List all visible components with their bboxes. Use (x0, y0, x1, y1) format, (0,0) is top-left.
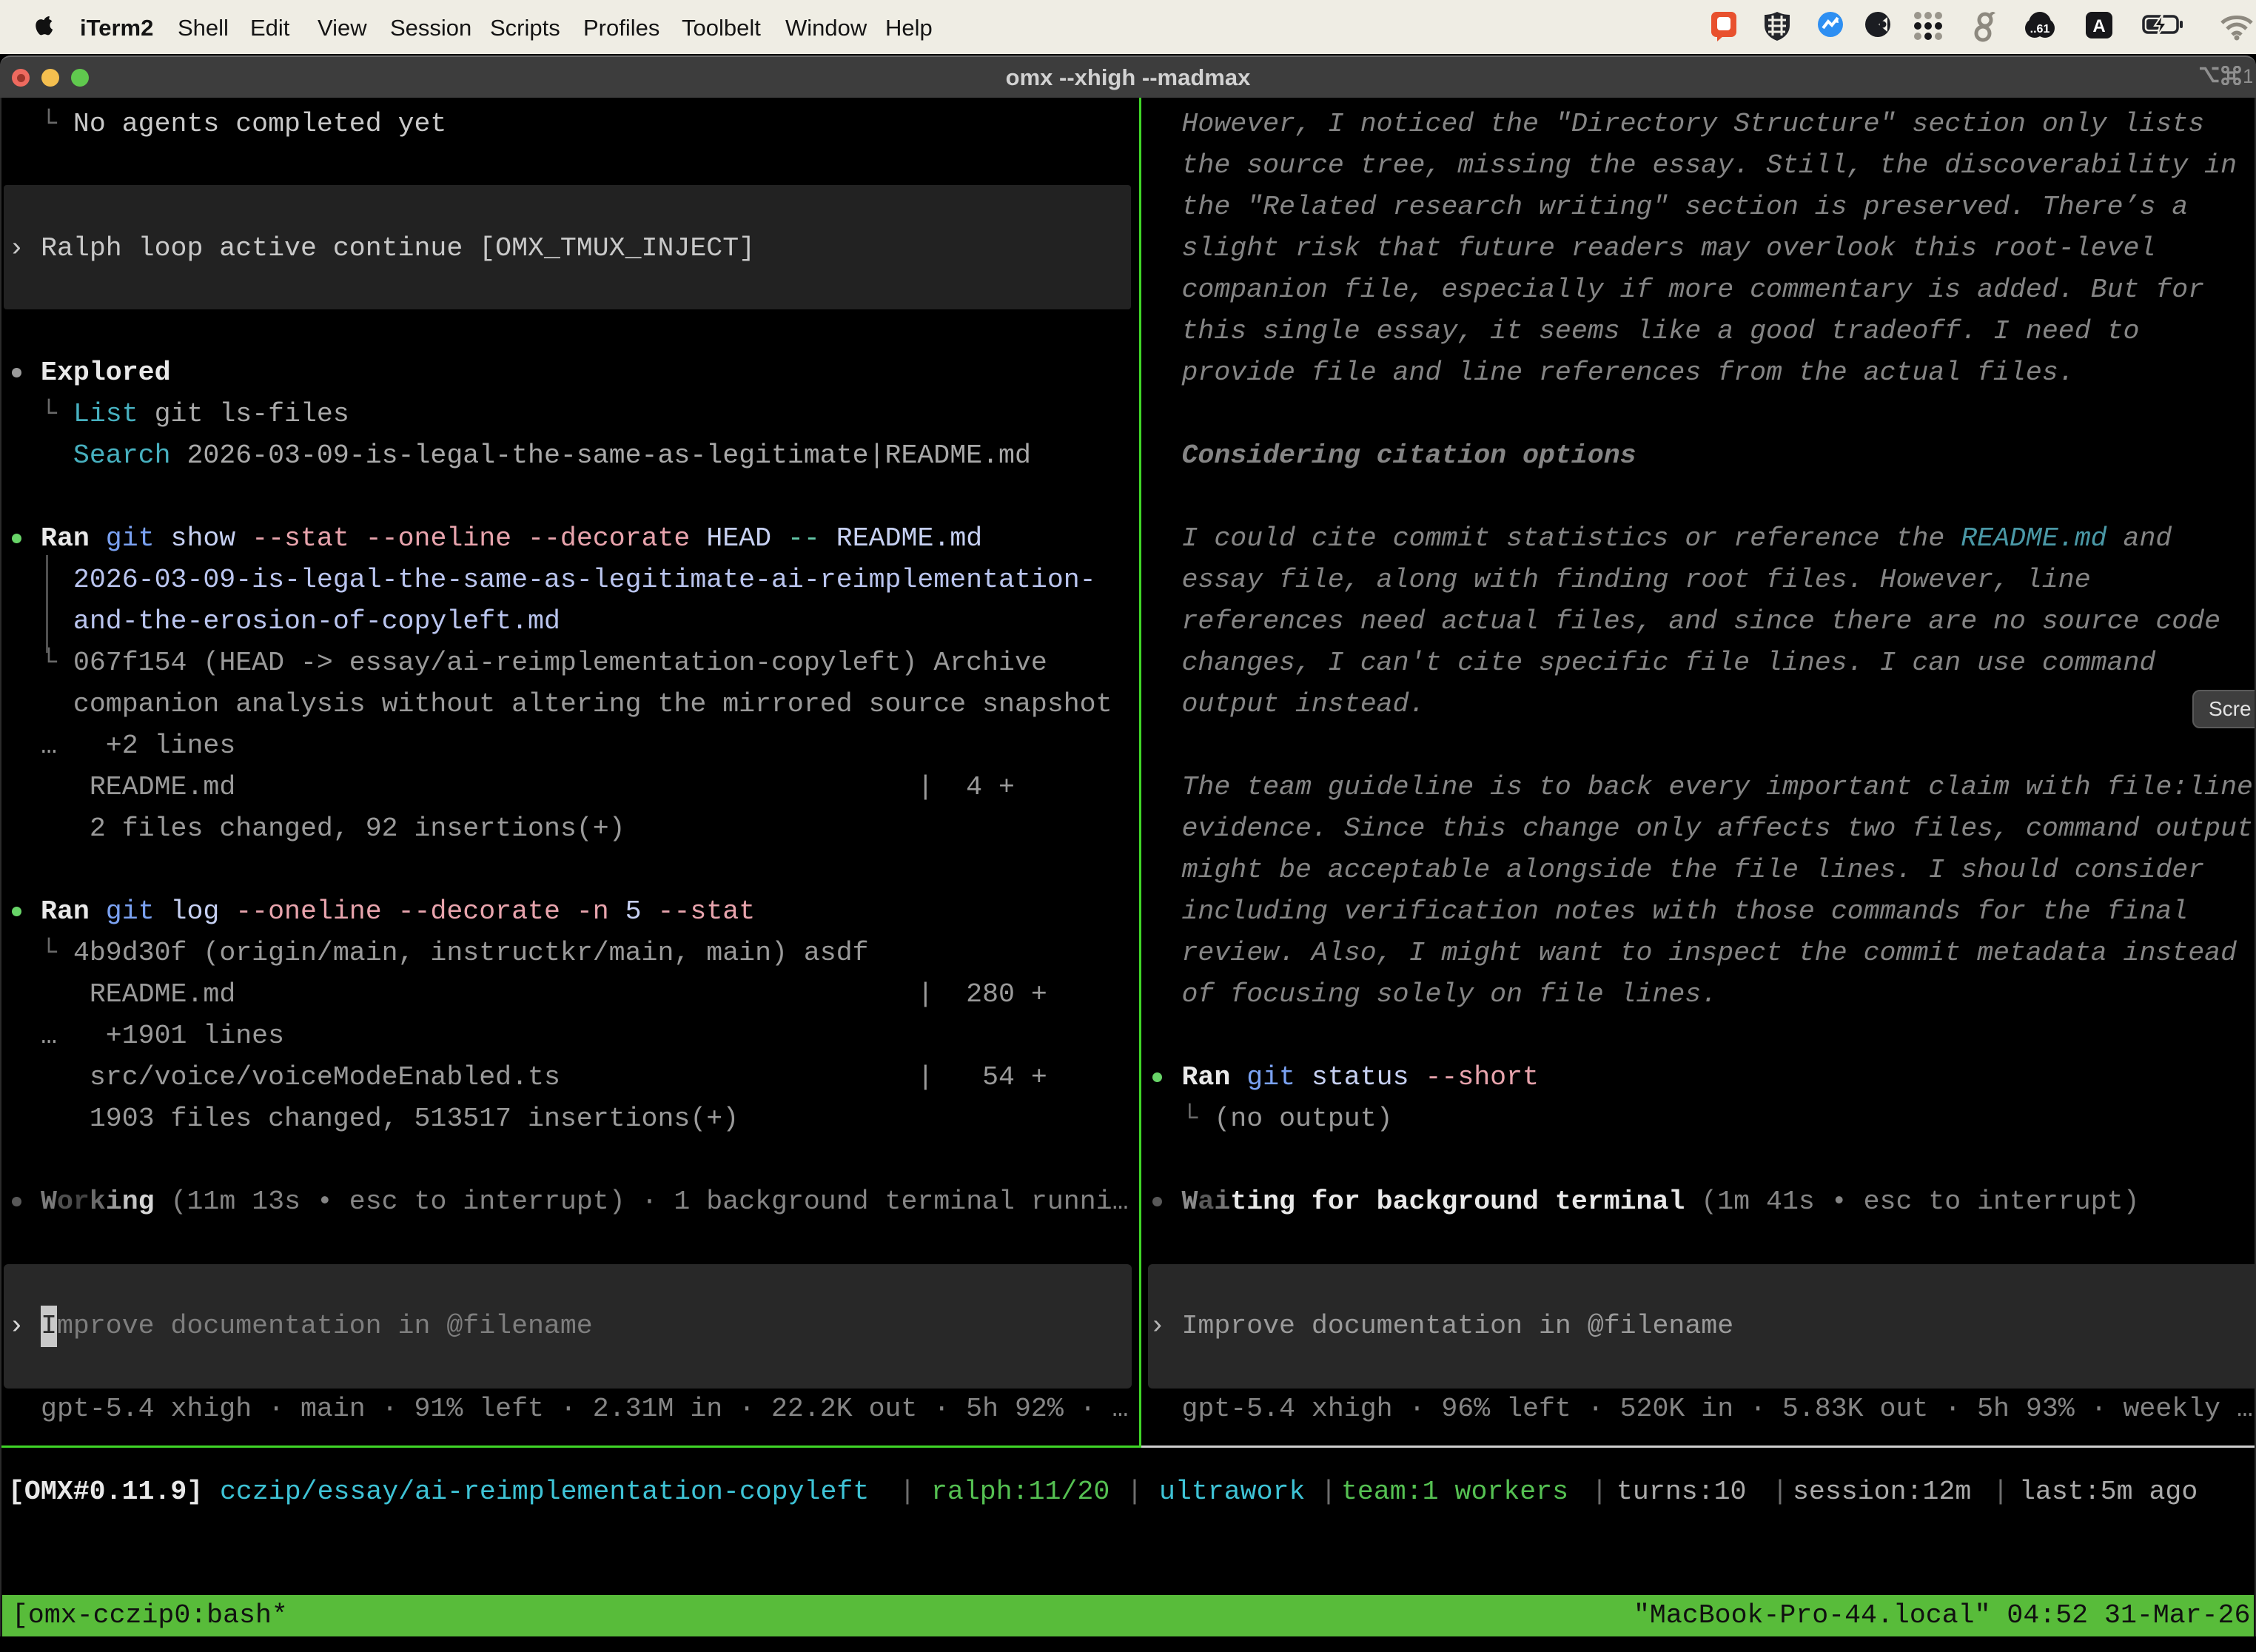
svg-text:1: 1 (2243, 66, 2252, 85)
svg-text:..61: ..61 (2030, 23, 2050, 36)
svg-text:A: A (2092, 16, 2105, 36)
